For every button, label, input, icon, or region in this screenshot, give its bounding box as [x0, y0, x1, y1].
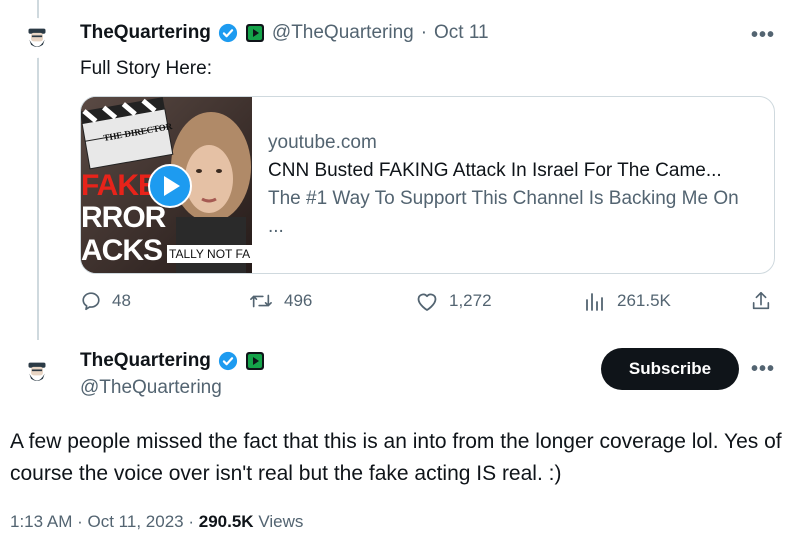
views-count: 261.5K — [617, 291, 671, 310]
more-options-icon[interactable]: ••• — [751, 24, 775, 47]
video-thumbnail[interactable]: THE DIRECTOR FAKE RROR ACKS TALLY NOT FA — [81, 97, 252, 273]
share-button[interactable] — [750, 290, 772, 312]
reply-icon — [82, 292, 100, 311]
card-text: youtube.com CNN Busted FAKING Attack In … — [252, 97, 774, 273]
heart-icon — [417, 293, 437, 311]
tweet-meta: 1:13 AM · Oct 11, 2023 · 290.5K Views — [10, 512, 303, 532]
thumb-text-acks: ACKS — [81, 234, 163, 267]
separator-dot: · — [188, 512, 195, 531]
handle[interactable]: @TheQuartering — [272, 22, 414, 44]
views-count[interactable]: 290.5K — [199, 512, 254, 531]
play-icon[interactable] — [148, 164, 192, 208]
like-count: 1,272 — [449, 291, 492, 310]
thumb-banner-text: TALLY NOT FA — [169, 247, 251, 261]
reply-button[interactable]: 48 — [80, 290, 131, 312]
tweet-date[interactable]: Oct 11, 2023 — [88, 512, 184, 531]
reply-count: 48 — [112, 291, 131, 310]
repost-button[interactable]: 496 — [248, 290, 312, 312]
separator-dot: · — [420, 22, 428, 43]
display-name[interactable]: TheQuartering — [80, 350, 211, 372]
tweet-text: Full Story Here: — [80, 58, 212, 79]
verified-badge-icon[interactable] — [218, 23, 238, 43]
repost-icon — [250, 294, 272, 308]
card-title: CNN Busted FAKING Attack In Israel For T… — [268, 160, 722, 181]
repost-count: 496 — [284, 291, 313, 310]
affiliate-badge-icon[interactable] — [245, 351, 265, 371]
share-icon — [752, 291, 770, 310]
link-preview-card[interactable]: THE DIRECTOR FAKE RROR ACKS TALLY NOT FA… — [80, 96, 775, 274]
affiliate-badge-icon[interactable] — [245, 23, 265, 43]
avatar-icon — [28, 362, 46, 381]
display-name[interactable]: TheQuartering — [80, 22, 211, 44]
avatar[interactable] — [17, 352, 57, 392]
more-options-icon[interactable]: ••• — [751, 358, 775, 381]
tweet-text: A few people missed the fact that this i… — [10, 430, 782, 485]
handle[interactable]: @TheQuartering — [80, 377, 222, 399]
avatar[interactable] — [17, 18, 57, 58]
views-button[interactable]: 261.5K — [583, 290, 671, 312]
card-domain: youtube.com — [268, 132, 377, 153]
separator-dot: · — [77, 512, 83, 531]
verified-badge-icon[interactable] — [218, 351, 238, 371]
tweet-date[interactable]: Oct 11 — [434, 22, 489, 44]
views-label: Views — [258, 512, 304, 531]
like-button[interactable]: 1,272 — [415, 290, 492, 312]
analytics-icon — [586, 293, 603, 311]
subscribe-button[interactable]: Subscribe — [601, 348, 739, 390]
card-description: The #1 Way To Support This Channel Is Ba… — [268, 188, 739, 237]
thumb-text-fake: FAKE — [81, 169, 158, 202]
tweet2-header: TheQuartering — [80, 350, 265, 372]
tweet-time[interactable]: 1:13 AM — [10, 512, 72, 531]
avatar-icon — [28, 28, 46, 47]
tweet1-header: TheQuartering @TheQuartering · Oct 11 — [80, 22, 489, 44]
